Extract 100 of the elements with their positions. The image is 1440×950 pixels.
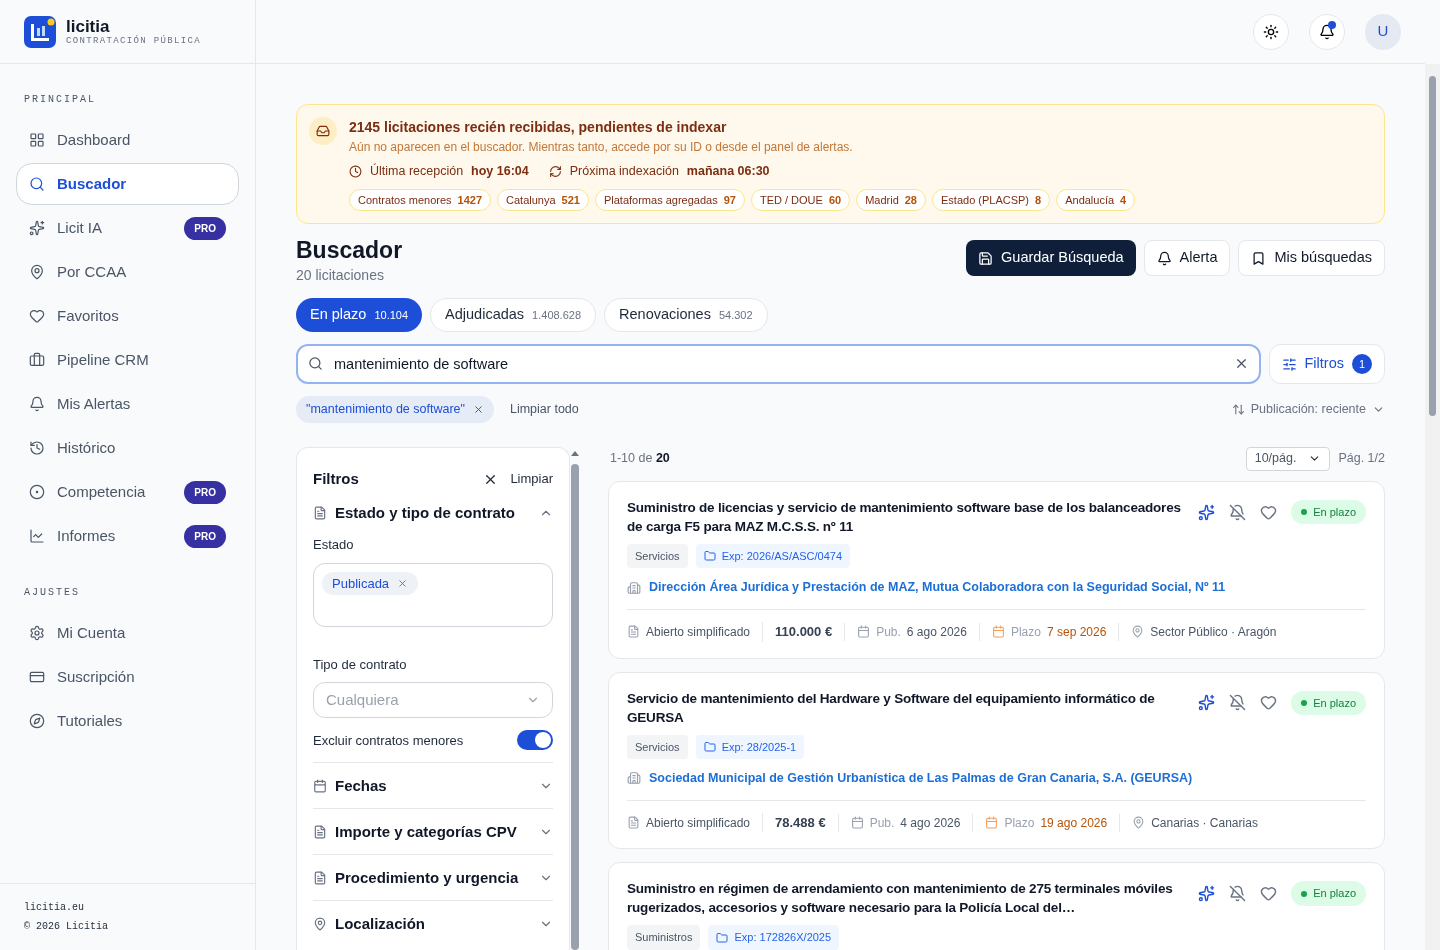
nav-item[interactable]: Buscador xyxy=(16,163,239,205)
nav-item[interactable]: Suscripción xyxy=(16,656,239,698)
bell-off-icon[interactable] xyxy=(1229,694,1247,712)
status-select[interactable]: Publicada xyxy=(313,562,553,627)
brand-name: licitia xyxy=(66,17,110,35)
location-text: Sector Público · Aragón xyxy=(1150,623,1277,641)
source-chip: Plataformas agregadas 97 xyxy=(594,188,745,212)
document-icon xyxy=(313,824,327,839)
section-header[interactable]: Procedimiento y urgencia xyxy=(313,855,553,901)
sliders-icon xyxy=(1281,356,1297,372)
document-icon xyxy=(313,505,327,520)
nav-item[interactable]: Favoritos xyxy=(16,295,239,337)
section-heading: PRINCIPAL xyxy=(23,93,97,107)
sort-dropdown[interactable]: Publicación: reciente xyxy=(1231,400,1385,419)
tender-title[interactable]: Suministro de licencias y servicio de mantenimiento software base de los balanceadores de carga F5 para MAZ M.C.S.S. nº 11 xyxy=(627,497,1183,536)
map-pin-icon xyxy=(1132,816,1146,829)
action-button[interactable]: Mis búsquedas xyxy=(1238,240,1385,277)
source-chip: Catalunya 521 xyxy=(497,188,589,212)
amount-text: 110.000 € xyxy=(762,622,845,642)
sun-icon xyxy=(1263,23,1279,40)
nav-item[interactable]: Mis Alertas xyxy=(16,383,239,425)
next-index-value: mañana 06:30 xyxy=(686,163,770,180)
inbox-icon xyxy=(309,117,337,145)
nav-item[interactable]: Por CCAA xyxy=(16,251,239,293)
query-chip[interactable]: "mantenimiento de software" xyxy=(296,396,494,423)
calendar-icon xyxy=(313,778,327,793)
page-title: Buscador xyxy=(296,236,403,265)
close-icon[interactable] xyxy=(472,403,484,415)
action-button[interactable]: Alerta xyxy=(1143,240,1231,277)
deadline-label: Plazo xyxy=(1010,623,1041,641)
sparkles-icon[interactable] xyxy=(1198,694,1216,712)
heart-icon[interactable] xyxy=(1260,885,1278,902)
bell-off-icon[interactable] xyxy=(1229,503,1247,521)
nav-item[interactable]: Histórico xyxy=(16,427,239,469)
nav-item[interactable]: Licit IA PRO xyxy=(16,207,239,249)
section-header[interactable]: Estado y tipo de contrato xyxy=(313,490,553,536)
folder-icon xyxy=(703,740,716,753)
nav-item[interactable]: Tutoriales xyxy=(16,700,239,742)
notice-title: 2145 licitaciones recién recibidas, pendientes de indexar xyxy=(349,118,728,137)
deadline-date: 19 ago 2026 xyxy=(1040,814,1108,832)
section-header[interactable]: Localización xyxy=(313,901,553,947)
footer-site: licitia.eu xyxy=(24,901,84,915)
search-field[interactable]: mantenimiento de software xyxy=(296,344,1261,384)
status-badge: En plazo xyxy=(1291,499,1366,525)
status-badge: En plazo xyxy=(1291,690,1366,715)
calendar-icon xyxy=(985,816,999,829)
section-header[interactable]: Importe y categorías CPV xyxy=(313,809,553,855)
document-icon xyxy=(627,816,640,829)
pro-badge: PRO xyxy=(184,524,226,548)
status-tab[interactable]: Adjudicadas 1.408.628 xyxy=(430,298,597,332)
compass-icon xyxy=(29,713,45,729)
building-icon xyxy=(627,771,641,786)
calendar-icon xyxy=(857,625,871,639)
location-text: Canarias · Canarias xyxy=(1151,814,1258,832)
close-icon xyxy=(397,578,409,589)
nav-item[interactable]: Dashboard xyxy=(16,119,239,161)
search-icon xyxy=(29,176,45,192)
nav-item[interactable]: Competencia PRO xyxy=(16,471,239,513)
toggle-switch[interactable] xyxy=(517,730,553,751)
calendar-icon xyxy=(991,625,1005,639)
notice-description: Aún no aparecen en el buscador. Mientras tanto, accede por su ID o desde el panel de alertas. xyxy=(349,139,854,156)
section-header[interactable]: Fechas xyxy=(313,763,553,809)
source-chip: Estado (PLACSP) 8 xyxy=(932,188,1051,212)
heart-icon[interactable] xyxy=(1260,694,1278,712)
status-chip[interactable]: Publicada xyxy=(322,571,419,596)
organization-link[interactable]: Sociedad Municipal de Gestión Urbanística de Las Palmas de Gran Canaria, S.A. (GEURSA) xyxy=(649,769,1193,788)
page-scrollbar[interactable] xyxy=(1425,64,1440,950)
document-icon xyxy=(313,870,327,885)
next-index-label: Próxima indexación xyxy=(569,163,679,180)
per-page-select[interactable]: 10/pág. xyxy=(1245,446,1331,471)
filters-button[interactable]: Filtros 1 xyxy=(1268,344,1385,384)
action-button[interactable]: Guardar Búsqueda xyxy=(966,240,1136,277)
nav-item[interactable]: Pipeline CRM xyxy=(16,339,239,381)
sparkles-icon xyxy=(29,220,45,236)
avatar[interactable]: U xyxy=(1365,13,1401,50)
pro-badge: PRO xyxy=(184,216,226,240)
toggle-label: Excluir contratos menores xyxy=(313,731,464,750)
clear-all-link[interactable]: Limpiar todo xyxy=(509,400,579,419)
file-tag: Exp: 28/2025-1 xyxy=(695,734,805,759)
clear-button[interactable]: Limpiar xyxy=(483,469,553,489)
sparkles-icon[interactable] xyxy=(1198,503,1216,521)
notifications-button[interactable] xyxy=(1309,13,1345,50)
field-label: Estado xyxy=(313,536,354,555)
procedure-text: Abierto simplificado xyxy=(646,814,751,832)
source-chip: Madrid 28 xyxy=(856,188,926,212)
bell-off-icon[interactable] xyxy=(1229,885,1247,902)
tender-title[interactable]: Servicio de mantenimiento del Hardware y Software del equipamiento informático de GEURSA xyxy=(627,688,1183,727)
sparkles-icon[interactable] xyxy=(1198,885,1216,902)
organization-link[interactable]: Dirección Área Jurídica y Prestación de MAZ, Mutua Colaboradora con la Seguridad Social, Nº 11 xyxy=(649,578,1226,597)
tender-title[interactable]: Suministro en régimen de arrendamiento con mantenimiento de 275 terminales móviles rugerizados, accesorios y software necesario para la Policía Local del… xyxy=(627,879,1183,918)
folder-icon xyxy=(703,550,716,562)
nav-item[interactable]: Informes PRO xyxy=(16,515,239,557)
status-tab[interactable]: En plazo 10.104 xyxy=(296,298,423,332)
pub-date: 4 ago 2026 xyxy=(900,814,961,832)
nav-item[interactable]: Mi Cuenta xyxy=(16,612,239,654)
heart-icon[interactable] xyxy=(1260,503,1278,521)
status-tab[interactable]: Renovaciones 54.302 xyxy=(604,298,768,332)
last-received-value: hoy 16:04 xyxy=(471,163,529,180)
theme-button[interactable] xyxy=(1253,13,1289,50)
calendar-icon xyxy=(850,816,864,829)
